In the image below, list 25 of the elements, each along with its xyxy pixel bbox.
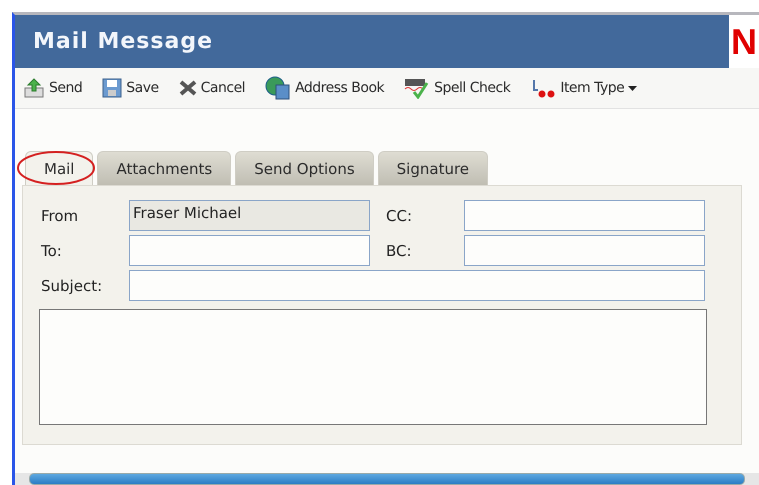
bc-field[interactable]: [464, 235, 705, 266]
cross-icon: [178, 80, 197, 96]
tab[interactable]: Send Options: [235, 151, 374, 185]
tab[interactable]: Signature: [378, 151, 488, 185]
globe-book-icon: [265, 76, 292, 100]
field-label: CC:: [385, 206, 414, 224]
toolbar-button[interactable]: Save: [102, 78, 159, 98]
field-label: From: [40, 206, 80, 224]
logo: N: [729, 15, 759, 68]
toolbar-button[interactable]: Send: [23, 78, 82, 98]
cc-field[interactable]: [464, 200, 705, 231]
window-title: Mail Message: [33, 29, 213, 54]
to-field[interactable]: [129, 235, 370, 266]
toolbar-button[interactable]: Spell Check: [404, 77, 510, 99]
toolbar-button[interactable]: Address Book: [265, 76, 384, 100]
message-body-field[interactable]: [39, 309, 707, 425]
toolbar-button[interactable]: Cancel: [178, 80, 246, 96]
tab[interactable]: Attachments: [97, 151, 232, 185]
toolbar-button[interactable]: Item Type: [530, 78, 638, 98]
spell-check-icon: [404, 77, 430, 99]
outbox-icon: [23, 78, 45, 98]
field-label: BC:: [385, 242, 413, 260]
field-label: To:: [40, 242, 63, 260]
field-label: Subject:: [40, 276, 104, 294]
subject-field[interactable]: [129, 270, 705, 301]
